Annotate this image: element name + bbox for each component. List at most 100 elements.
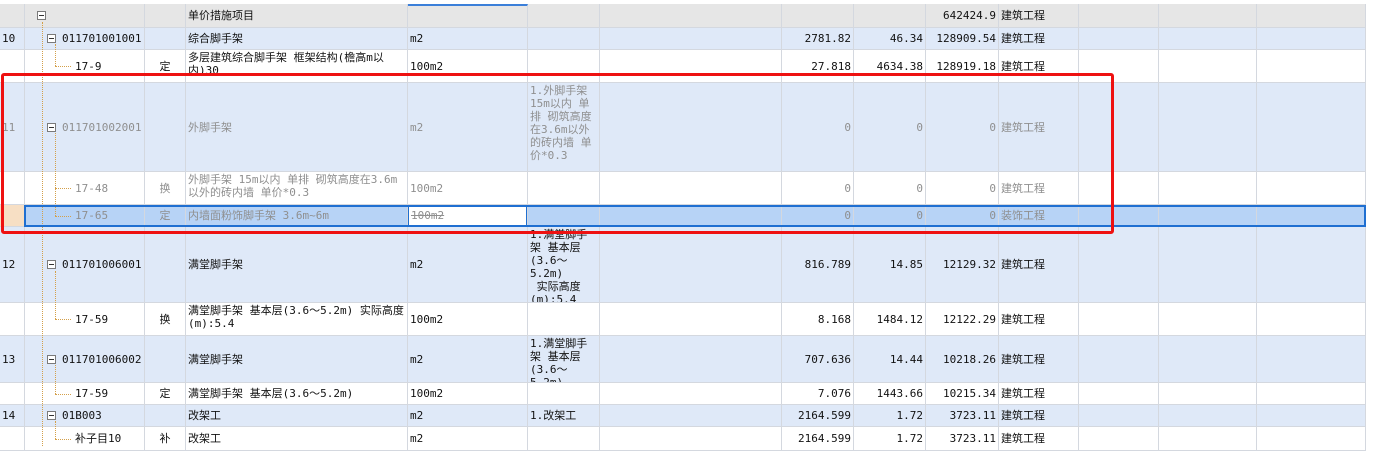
tree-line	[55, 394, 71, 395]
type-cell: 定	[145, 50, 186, 82]
unit-price-cell: 1.72	[854, 405, 926, 426]
blank-cell	[600, 427, 782, 450]
unit-edit-input[interactable]: 100m2	[408, 206, 527, 226]
quantity-cell: 2781.82	[782, 28, 854, 49]
row-number-cell	[0, 427, 25, 450]
table-row[interactable]: 补子目10 补 改架工 m2 2164.599 1.72 3723.11 建筑工…	[0, 427, 1366, 451]
collapse-toggle-icon[interactable]	[37, 11, 46, 20]
unit-price-cell: 4634.38	[854, 50, 926, 82]
blank-cell	[1079, 303, 1159, 335]
blank-cell	[600, 405, 782, 426]
collapse-toggle-icon[interactable]	[47, 34, 56, 43]
blank-cell	[1159, 383, 1257, 404]
feature-cell	[528, 50, 600, 82]
blank-cell	[1159, 405, 1257, 426]
specialty-cell: 建筑工程	[999, 383, 1079, 404]
collapse-toggle-icon[interactable]	[47, 411, 56, 420]
blank-cell	[1257, 405, 1366, 426]
unit-price-cell: 14.85	[854, 227, 926, 302]
row-number-cell	[0, 303, 25, 335]
table-row-selected[interactable]: 17-65 定 内墙面粉饰脚手架 3.6m~6m 0 0 0 装饰工程	[0, 205, 1366, 227]
row-number-cell: 11	[0, 83, 25, 171]
feature-cell	[528, 427, 600, 450]
feature-cell	[528, 4, 600, 27]
table-row[interactable]: 14 01B003 改架工 m2 1.改架工 2164.599 1.72 372…	[0, 405, 1366, 427]
quantity-cell: 8.168	[782, 303, 854, 335]
blank-cell	[1079, 28, 1159, 49]
total-price-cell: 10218.26	[926, 336, 999, 382]
blank-cell	[600, 383, 782, 404]
table-row[interactable]: 13 011701006002 满堂脚手架 m2 1.满堂脚手架 基本层(3.6…	[0, 336, 1366, 383]
table-row[interactable]: 17-59 换 满堂脚手架 基本层(3.6～5.2m) 实际高度(m):5.4 …	[0, 303, 1366, 336]
table-row[interactable]: 12 011701006001 满堂脚手架 m2 1.满堂脚手架 基本层(3.6…	[0, 227, 1366, 303]
feature-cell	[528, 172, 600, 204]
code-cell: 17-59	[25, 383, 145, 404]
unit-price-cell: 14.44	[854, 336, 926, 382]
name-cell: 满堂脚手架	[186, 227, 408, 302]
type-cell	[145, 28, 186, 49]
blank-cell	[600, 336, 782, 382]
specialty-cell: 建筑工程	[999, 4, 1079, 27]
unit-cell: m2	[408, 405, 528, 426]
specialty-cell: 建筑工程	[999, 427, 1079, 450]
type-cell	[145, 83, 186, 171]
quantity-cell: 2164.599	[782, 405, 854, 426]
blank-cell	[600, 172, 782, 204]
blank-cell	[1079, 427, 1159, 450]
tree-line	[55, 365, 56, 394]
code-cell: 17-65	[25, 205, 145, 226]
total-price-cell: 0	[926, 172, 999, 204]
specialty-cell: 建筑工程	[999, 227, 1079, 302]
blank-cell	[1257, 227, 1366, 302]
total-price-cell: 3723.11	[926, 405, 999, 426]
blank-cell	[1257, 205, 1366, 226]
type-cell	[145, 4, 186, 27]
total-price-cell: 0	[926, 205, 999, 226]
collapse-toggle-icon[interactable]	[47, 122, 56, 132]
name-cell: 内墙面粉饰脚手架 3.6m~6m	[186, 205, 408, 226]
feature-cell: 1.满堂脚手架 基本层(3.6～5.2m) 实际高度(m):5.4	[528, 227, 600, 302]
blank-cell	[600, 227, 782, 302]
table-row[interactable]: 10 011701001001 综合脚手架 m2 2781.82 46.34 1…	[0, 28, 1366, 50]
blank-cell	[1257, 336, 1366, 382]
blank-cell	[1159, 50, 1257, 82]
total-price-cell: 3723.11	[926, 427, 999, 450]
collapse-toggle-icon[interactable]	[47, 260, 56, 269]
unit-cell: m2	[408, 336, 528, 382]
blank-cell	[1079, 336, 1159, 382]
blank-cell	[1159, 28, 1257, 49]
unit-cell	[408, 4, 528, 27]
blank-cell	[1079, 383, 1159, 404]
blank-cell	[1257, 427, 1366, 450]
specialty-cell: 建筑工程	[999, 28, 1079, 49]
code-cell: 011701002001	[25, 83, 145, 171]
type-cell: 定	[145, 205, 186, 226]
table-row[interactable]: 11 011701002001 外脚手架 m2 1.外脚手架15m以内 单排 砌…	[0, 83, 1366, 172]
tree-line	[42, 22, 43, 446]
blank-cell	[600, 303, 782, 335]
table-row[interactable]: 17-59 定 满堂脚手架 基本层(3.6～5.2m) 100m2 7.076 …	[0, 383, 1366, 405]
code-cell: 01B003	[25, 405, 145, 426]
blank-cell	[1257, 383, 1366, 404]
table-row[interactable]: 17-48 换 外脚手架 15m以内 单排 砌筑高度在3.6m以外的砖内墙 单价…	[0, 172, 1366, 205]
total-price-cell: 12122.29	[926, 303, 999, 335]
blank-cell	[1159, 172, 1257, 204]
table-row[interactable]: 17-9 定 多层建筑综合脚手架 框架结构(檐高m以内)30 100m2 27.…	[0, 50, 1366, 83]
unit-cell: 100m2	[408, 303, 528, 335]
table-row[interactable]: 单价措施项目 642424.9 建筑工程	[0, 4, 1366, 28]
feature-cell: 1.改架工	[528, 405, 600, 426]
feature-cell	[528, 28, 600, 49]
name-cell: 综合脚手架	[186, 28, 408, 49]
collapse-toggle-icon[interactable]	[47, 354, 56, 364]
tree-line	[55, 319, 71, 320]
row-number-cell: 10	[0, 28, 25, 49]
specialty-cell: 建筑工程	[999, 83, 1079, 171]
quantity-cell: 816.789	[782, 227, 854, 302]
code-cell: 011701001001	[25, 28, 145, 49]
unit-cell: m2	[408, 427, 528, 450]
blank-cell	[1159, 427, 1257, 450]
row-number-cell: 14	[0, 405, 25, 426]
unit-cell: 100m2	[408, 50, 528, 82]
type-cell: 换	[145, 172, 186, 204]
blank-cell	[1257, 4, 1366, 27]
